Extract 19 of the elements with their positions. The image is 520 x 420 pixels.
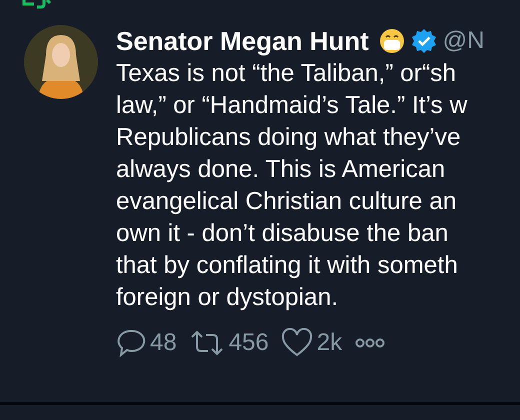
tweet-text-line: that by conflating it with someth (116, 251, 459, 281)
speech-bubble-icon (116, 328, 146, 358)
tweet-text-line: law,” or “Handmaid’s Tale.” It’s w (116, 91, 468, 121)
tweet-text-line: own it - don’t disabuse the ban (116, 219, 450, 249)
verified-badge-icon (410, 28, 437, 54)
reply-button[interactable]: 48 (116, 328, 177, 358)
like-button[interactable]: 2k (280, 328, 342, 358)
retweet-button[interactable]: 456 (188, 328, 269, 358)
mask-emoji-icon (378, 28, 405, 54)
more-button[interactable] (354, 337, 386, 349)
heart-icon (280, 328, 313, 358)
author-name[interactable]: Senator Megan Hunt (116, 26, 369, 56)
tweet-text-line: always done. This is American (116, 155, 446, 185)
tweet-text-line: foreign or dystopian. (116, 283, 339, 313)
more-icon (354, 337, 386, 349)
tweet-text-line: evangelical Christian culture an (116, 187, 458, 217)
tweet-text-line: Republicans doing what they’ve (116, 123, 462, 153)
user-handle[interactable]: @N (442, 27, 484, 55)
tweet-text-line: Texas is not “the Taliban,” or“sh (116, 59, 457, 89)
